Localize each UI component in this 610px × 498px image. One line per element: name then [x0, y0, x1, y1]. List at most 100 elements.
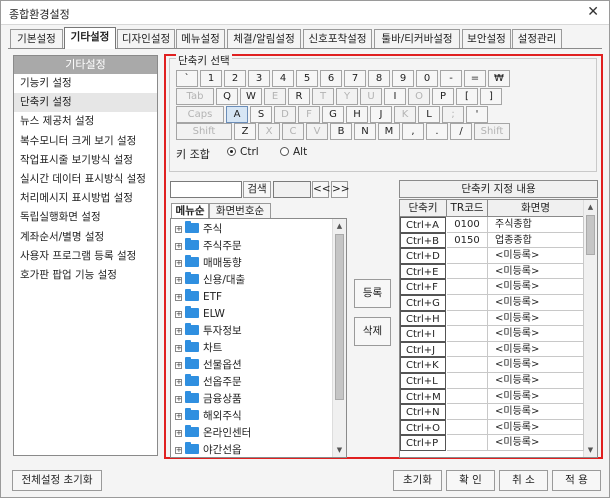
key-row3-1[interactable]: A [226, 106, 248, 123]
table-row[interactable]: Ctrl+N <미등록> [400, 404, 584, 420]
key-row2-3[interactable]: E [264, 88, 286, 105]
key-row1-4[interactable]: 4 [272, 70, 294, 87]
reset-all-button[interactable]: 전체설정 초기화 [12, 470, 102, 491]
prev-button[interactable]: << [312, 181, 331, 198]
tab-9[interactable]: 설정관리 [512, 29, 562, 49]
key-row3-4[interactable]: F [298, 106, 320, 123]
screen-code-field[interactable] [273, 181, 311, 198]
table-row[interactable]: Ctrl+L <미등록> [400, 373, 584, 389]
tab-7[interactable]: 툴바/티커바설정 [374, 29, 460, 49]
expand-icon[interactable]: + [175, 243, 182, 250]
key-row2-5[interactable]: T [312, 88, 334, 105]
table-row[interactable]: Ctrl+D <미등록> [400, 248, 584, 264]
key-row1-7[interactable]: 7 [344, 70, 366, 87]
table-row[interactable]: Ctrl+F <미등록> [400, 279, 584, 295]
scroll-thumb[interactable] [586, 215, 595, 255]
delete-button[interactable]: 삭제 [354, 317, 391, 346]
key-row2-8[interactable]: I [384, 88, 406, 105]
table-row[interactable]: Ctrl+M <미등록> [400, 388, 584, 405]
tree-node[interactable]: + 주식 [175, 221, 222, 238]
key-row3-0[interactable]: Caps [176, 106, 224, 123]
tab-menu-order[interactable]: 메뉴순 [171, 203, 209, 219]
key-row4-7[interactable]: M [378, 123, 400, 140]
tree-node[interactable]: + 주식주문 [175, 238, 242, 255]
key-row2-9[interactable]: O [408, 88, 430, 105]
tree-node[interactable]: + 차트 [175, 340, 222, 357]
register-button[interactable]: 등록 [354, 279, 391, 308]
key-row1-3[interactable]: 3 [248, 70, 270, 87]
tree-node[interactable]: + 야간선옵 [175, 442, 242, 457]
expand-icon[interactable]: + [175, 345, 182, 352]
sidebar-item[interactable]: 독립실행화면 설정 [14, 208, 157, 227]
expand-icon[interactable]: + [175, 379, 182, 386]
key-row2-0[interactable]: Tab [176, 88, 214, 105]
expand-icon[interactable]: + [175, 430, 182, 437]
tab-1[interactable]: 기본설정 [10, 29, 63, 49]
expand-icon[interactable]: + [175, 226, 182, 233]
key-row1-6[interactable]: 6 [320, 70, 342, 87]
search-button[interactable]: 검색 [243, 181, 271, 198]
key-row3-5[interactable]: G [322, 106, 344, 123]
alt-radio[interactable]: Alt [280, 146, 307, 158]
table-scrollbar[interactable]: ▲ ▼ [583, 200, 597, 457]
table-row[interactable]: Ctrl+K <미등록> [400, 357, 584, 373]
tree-node[interactable]: + ETF [175, 289, 222, 306]
next-button[interactable]: >> [331, 181, 350, 198]
key-row2-12[interactable]: ] [480, 88, 502, 105]
key-row1-11[interactable]: - [440, 70, 462, 87]
sidebar-item[interactable]: 뉴스 제공처 설정 [14, 112, 157, 131]
key-row1-13[interactable]: ₩ [488, 70, 510, 87]
ctrl-radio[interactable]: Ctrl [227, 146, 259, 158]
key-row4-4[interactable]: V [306, 123, 328, 140]
key-row3-9[interactable]: L [418, 106, 440, 123]
key-row4-8[interactable]: , [402, 123, 424, 140]
table-row[interactable]: Ctrl+J <미등록> [400, 341, 584, 358]
key-row2-2[interactable]: W [240, 88, 262, 105]
key-row2-10[interactable]: P [432, 88, 454, 105]
key-row2-7[interactable]: U [360, 88, 382, 105]
expand-icon[interactable]: + [175, 277, 182, 284]
key-row3-2[interactable]: S [250, 106, 272, 123]
key-row2-6[interactable]: Y [336, 88, 358, 105]
close-icon[interactable]: ✕ [587, 4, 599, 20]
key-row1-12[interactable]: = [464, 70, 486, 87]
expand-icon[interactable]: + [175, 260, 182, 267]
tree-node[interactable]: + 매매동향 [175, 255, 242, 272]
key-row4-0[interactable]: Shift [176, 123, 232, 140]
table-row[interactable]: Ctrl+I <미등록> [400, 326, 584, 342]
scroll-down-icon[interactable]: ▼ [333, 443, 346, 457]
tree-node[interactable]: + 신용/대출 [175, 272, 245, 289]
expand-icon[interactable]: + [175, 362, 182, 369]
key-row1-9[interactable]: 9 [392, 70, 414, 87]
tab-3[interactable]: 디자인설정 [117, 29, 175, 49]
reset-button[interactable]: 초기화 [393, 470, 442, 491]
sidebar-item[interactable]: 호가판 팝업 기능 설정 [14, 266, 157, 285]
tree-scrollbar[interactable]: ▲ ▼ [332, 219, 346, 457]
key-row4-6[interactable]: N [354, 123, 376, 140]
table-row[interactable]: Ctrl+H <미등록> [400, 310, 584, 327]
expand-icon[interactable]: + [175, 294, 182, 301]
sidebar-item[interactable]: 작업표시줄 보기방식 설정 [14, 151, 157, 170]
tab-2[interactable]: 기타설정 [64, 27, 116, 49]
table-row[interactable]: Ctrl+P <미등록> [400, 435, 584, 451]
tab-4[interactable]: 메뉴설정 [176, 29, 225, 49]
sidebar-item[interactable]: 계좌순서/별명 설정 [14, 228, 157, 247]
tree-node[interactable]: + 금융상품 [175, 391, 242, 408]
tree-node[interactable]: + 온라인센터 [175, 425, 251, 442]
key-row3-7[interactable]: J [370, 106, 392, 123]
tab-screen-number-order[interactable]: 화면번호순 [209, 203, 271, 219]
table-row[interactable]: Ctrl+O <미등록> [400, 419, 584, 436]
key-row4-11[interactable]: Shift [474, 123, 510, 140]
tab-8[interactable]: 보안설정 [462, 29, 511, 49]
table-row[interactable]: Ctrl+B 0150 업종종합 [400, 232, 584, 249]
key-row1-1[interactable]: 1 [200, 70, 222, 87]
key-row1-2[interactable]: 2 [224, 70, 246, 87]
key-row1-5[interactable]: 5 [296, 70, 318, 87]
key-row1-10[interactable]: 0 [416, 70, 438, 87]
expand-icon[interactable]: + [175, 447, 182, 454]
sidebar-item[interactable]: 복수모니터 크게 보기 설정 [14, 132, 157, 151]
search-input[interactable] [170, 181, 242, 198]
key-row4-1[interactable]: Z [234, 123, 256, 140]
expand-icon[interactable]: + [175, 328, 182, 335]
tree-node[interactable]: + ELW [175, 306, 225, 323]
